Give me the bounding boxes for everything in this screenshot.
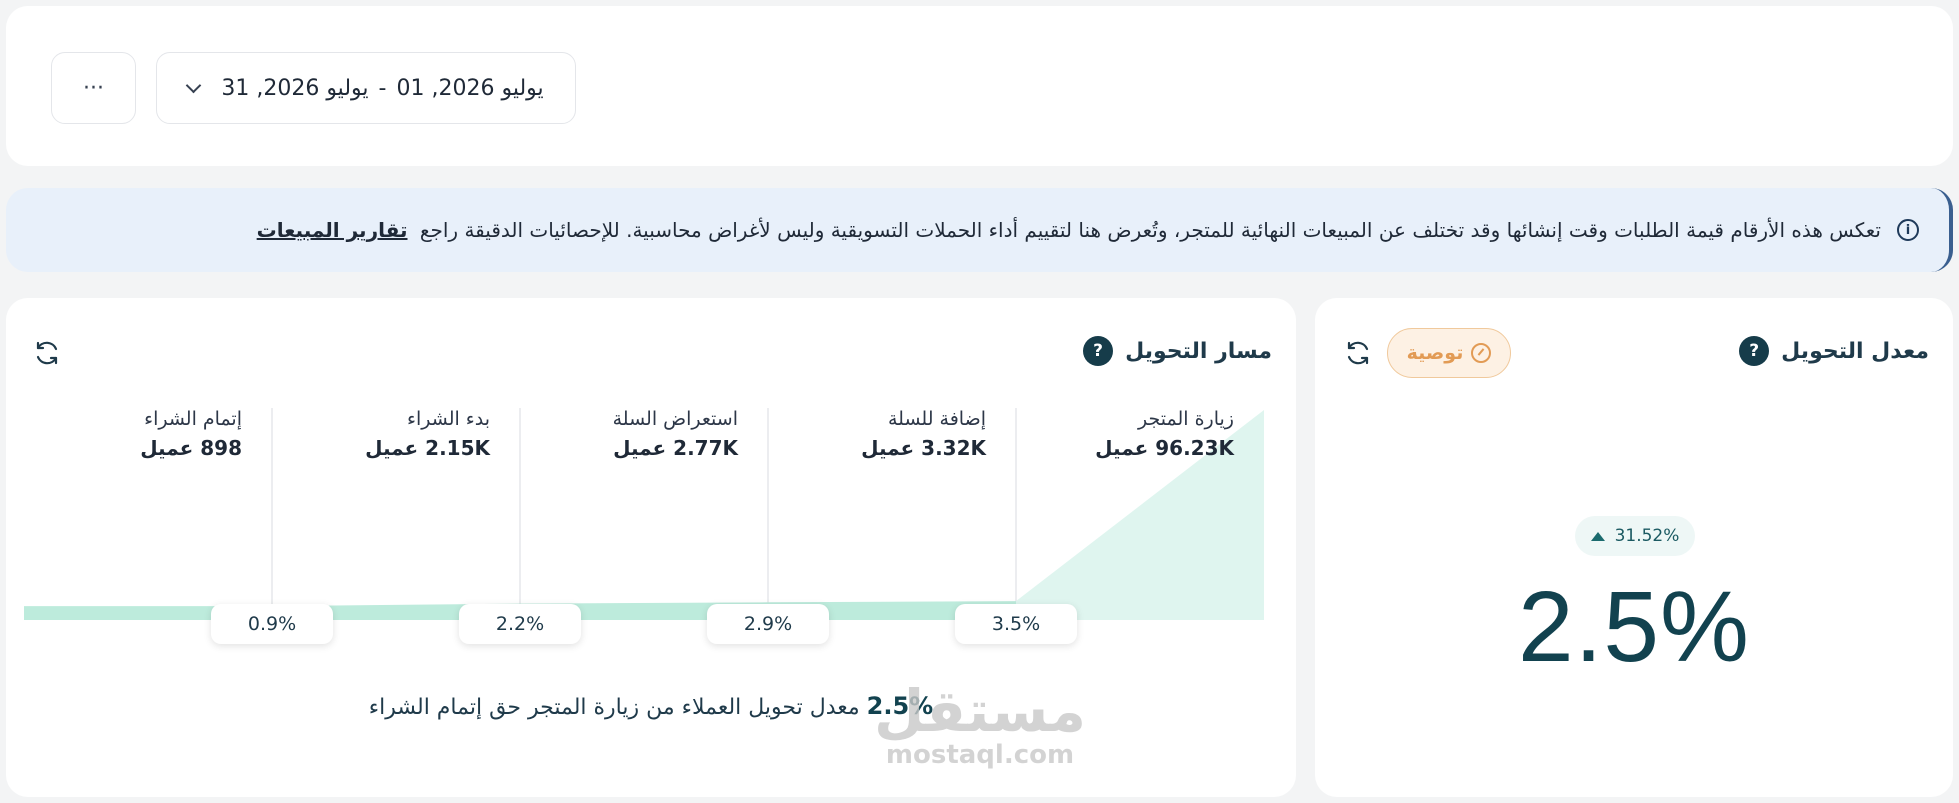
funnel-stage: زيارة المتجر 96.23K عميل	[1034, 408, 1234, 460]
info-icon: i	[1897, 219, 1919, 241]
funnel-summary: 2.5% معدل تحويل العملاء من زيارة المتجر …	[6, 692, 1296, 720]
funnel-stage: استعراض السلة 2.77K عميل	[538, 408, 738, 460]
funnel-stage: إضافة للسلة 3.32K عميل	[786, 408, 986, 460]
filter-toolbar: ··· يوليو 2026, 01 - يوليو 2026, 31	[6, 6, 1953, 166]
funnel-stage: إتمام الشراء 898 عميل	[42, 408, 242, 460]
conversion-funnel-card: مسار التحويل ? زيارة المتجر 96.23K عميل إض…	[6, 298, 1296, 797]
more-options-button[interactable]: ···	[51, 52, 136, 124]
sales-reports-link[interactable]: تقارير المبيعات	[257, 218, 408, 242]
banner-text: تعكس هذه الأرقام قيمة الطلبات وقت إنشائه…	[257, 218, 1881, 242]
funnel-rate-pill: 2.2%	[459, 604, 581, 644]
more-icon: ···	[83, 75, 104, 101]
date-range-picker[interactable]: يوليو 2026, 01 - يوليو 2026, 31	[156, 52, 576, 124]
funnel-stage-name: إتمام الشراء	[144, 408, 242, 430]
chevron-down-icon	[186, 77, 202, 93]
help-icon[interactable]: ?	[1739, 336, 1770, 366]
funnel-stage-count: 3.32K عميل	[861, 436, 986, 460]
funnel-rate-pill: 3.5%	[955, 604, 1077, 644]
date-to: يوليو 2026, 31	[221, 75, 369, 101]
funnel-chart	[24, 408, 1264, 620]
funnel-summary-pct: 2.5%	[866, 692, 934, 720]
date-separator: -	[378, 75, 387, 101]
funnel-stage-count: 898 عميل	[140, 436, 242, 460]
funnel-stage-name: زيارة المتجر	[1138, 408, 1234, 430]
date-from: يوليو 2026, 01	[396, 75, 544, 101]
conversion-rate-title-text: معدل التحويل	[1781, 338, 1929, 364]
trend-badge: 31.52%	[1575, 516, 1695, 556]
recommendation-badge[interactable]: توصية	[1387, 328, 1511, 378]
funnel-stage-name: بدء الشراء	[407, 408, 490, 430]
funnel-stage-count: 2.15K عميل	[365, 436, 490, 460]
trend-up-icon	[1590, 531, 1605, 541]
funnel-summary-text: معدل تحويل العملاء من زيارة المتجر حق إت…	[368, 695, 860, 720]
refresh-icon[interactable]	[1343, 338, 1373, 368]
info-banner: i تعكس هذه الأرقام قيمة الطلبات وقت إنشا…	[6, 188, 1953, 272]
funnel-stage-name: استعراض السلة	[612, 408, 738, 430]
trend-value: 31.52%	[1614, 526, 1680, 546]
funnel-stage-count: 96.23K عميل	[1095, 436, 1234, 460]
funnel-stage-name: إضافة للسلة	[887, 408, 986, 430]
conversion-rate-card: معدل التحويل ? توصية 31.52% 2.5%	[1315, 298, 1953, 797]
funnel-stage-count: 2.77K عميل	[613, 436, 738, 460]
recommendation-label: توصية	[1406, 342, 1464, 364]
funnel-rate-pill: 2.9%	[707, 604, 829, 644]
conversion-rate-title: معدل التحويل ?	[1739, 336, 1929, 366]
gauge-icon	[1471, 343, 1492, 363]
conversion-rate-value: 2.5%	[1518, 571, 1750, 683]
banner-message: تعكس هذه الأرقام قيمة الطلبات وقت إنشائه…	[419, 218, 1881, 242]
funnel-stage: بدء الشراء 2.15K عميل	[290, 408, 490, 460]
funnel-rate-pill: 0.9%	[211, 604, 333, 644]
